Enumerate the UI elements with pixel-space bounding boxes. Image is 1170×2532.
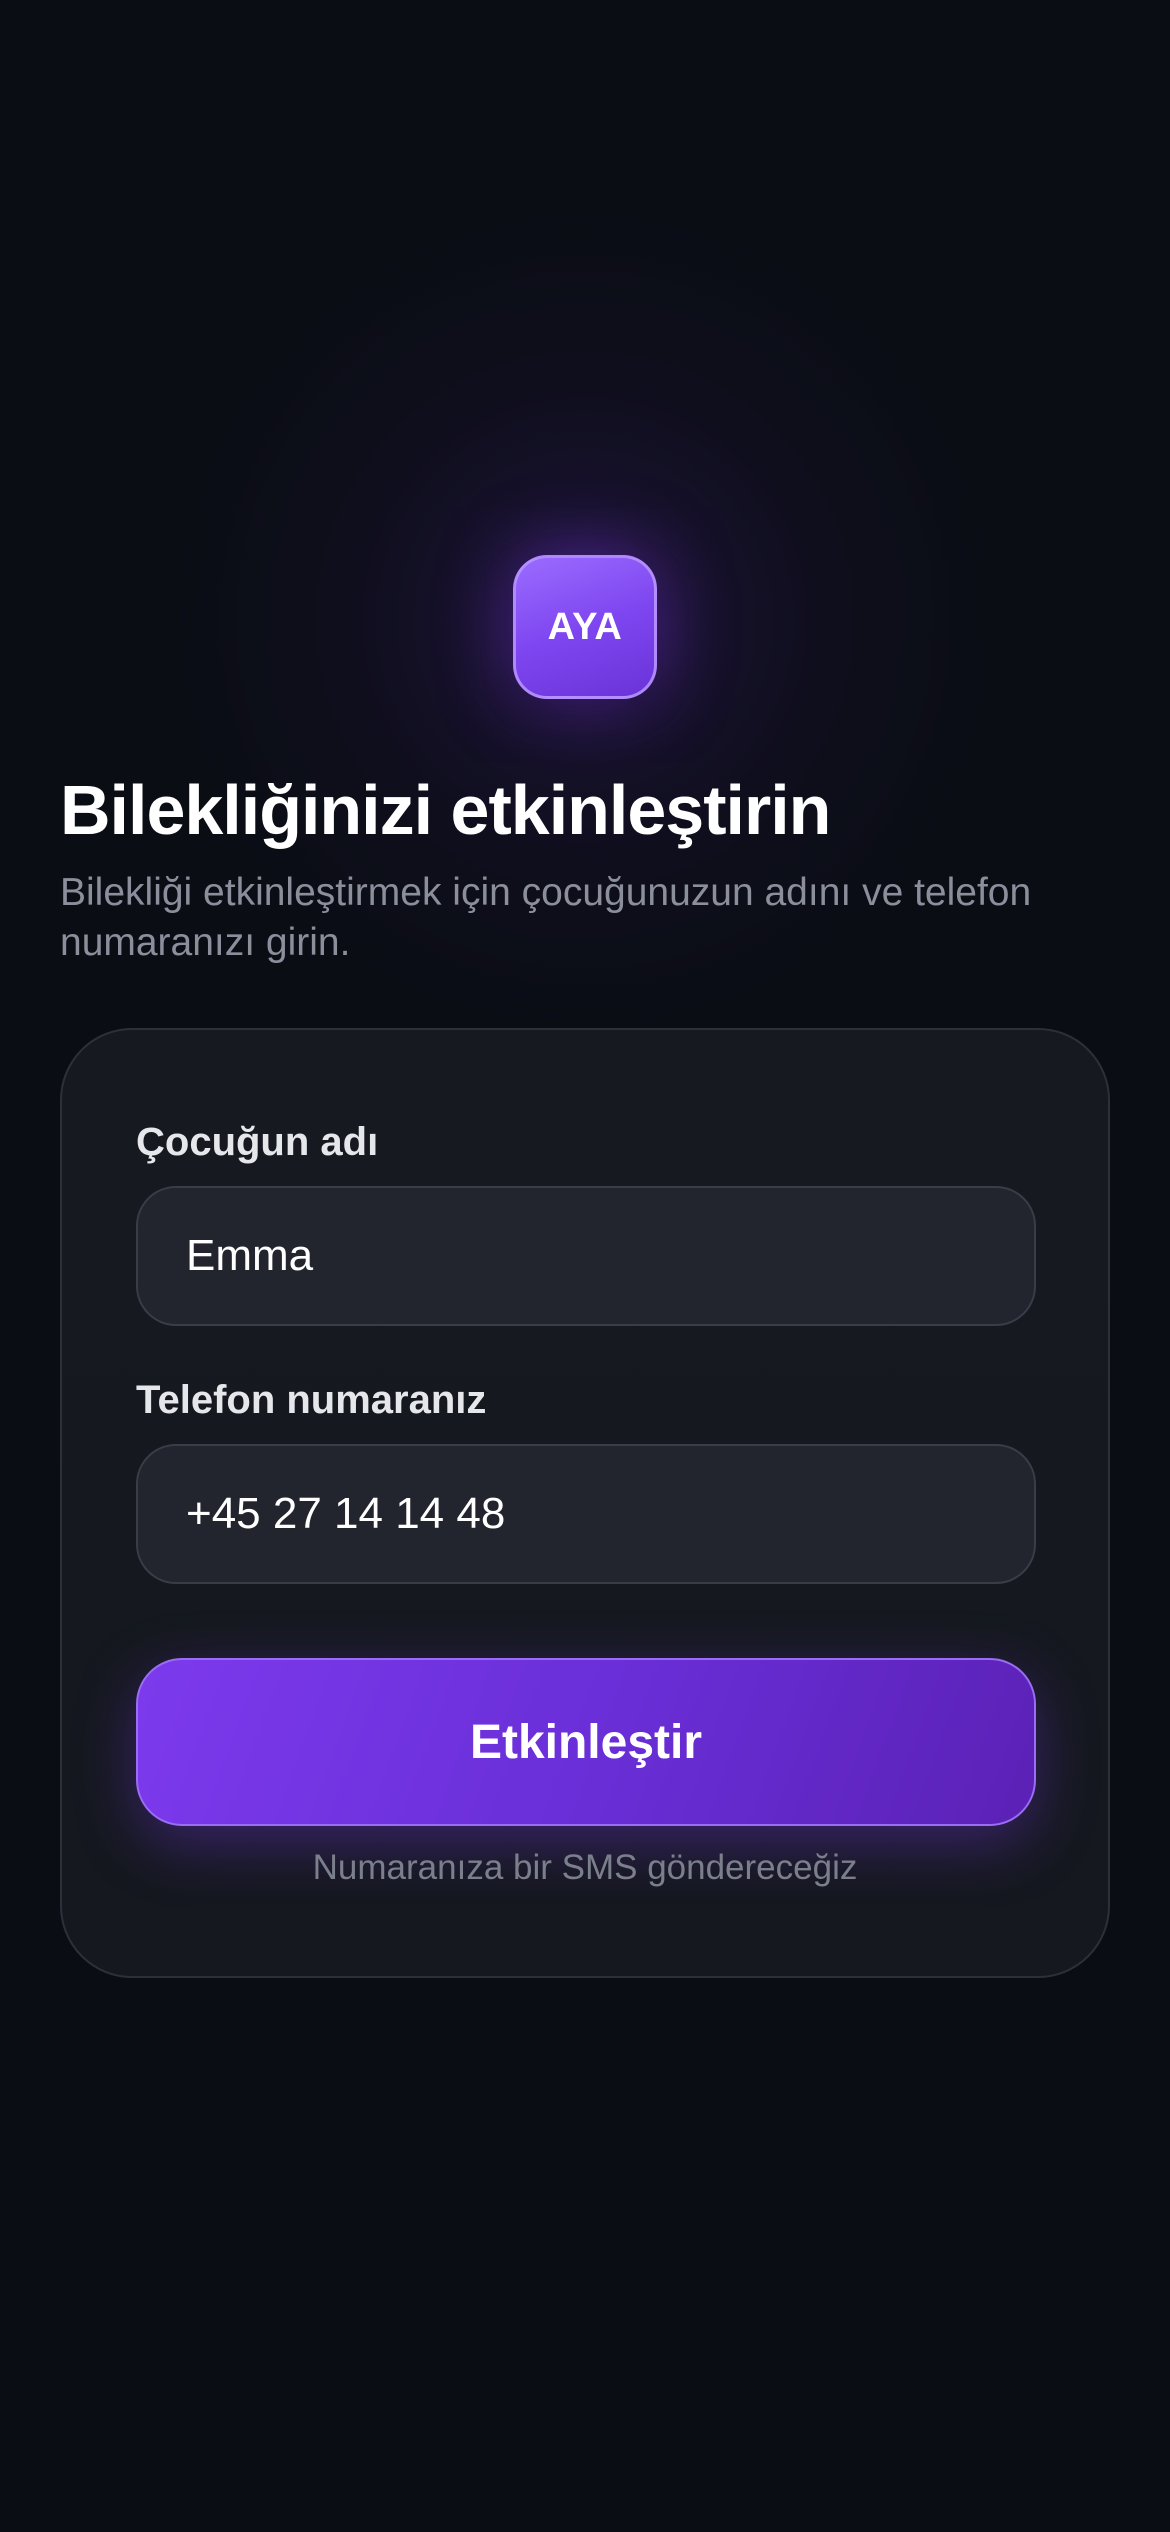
phone-input[interactable] <box>136 1444 1036 1584</box>
child-name-input[interactable] <box>136 1186 1036 1326</box>
activate-button[interactable]: Etkinleştir <box>136 1658 1036 1826</box>
app-logo: AYA <box>513 555 657 699</box>
phone-label: Telefon numaranız <box>136 1378 487 1422</box>
page-subtitle: Bilekliği etkinleştirmek için çocuğunuzu… <box>60 871 1032 964</box>
activation-form-card: Çocuğun adı Telefon numaranız Etkinleşti… <box>60 1028 1110 1978</box>
sms-hint: Numaranıza bir SMS göndereceğiz <box>312 1848 858 1887</box>
page-title: Bilekliğinizi etkinleştirin <box>60 771 831 849</box>
child-name-label: Çocuğun adı <box>136 1120 379 1164</box>
logo-text: AYA <box>547 605 623 648</box>
